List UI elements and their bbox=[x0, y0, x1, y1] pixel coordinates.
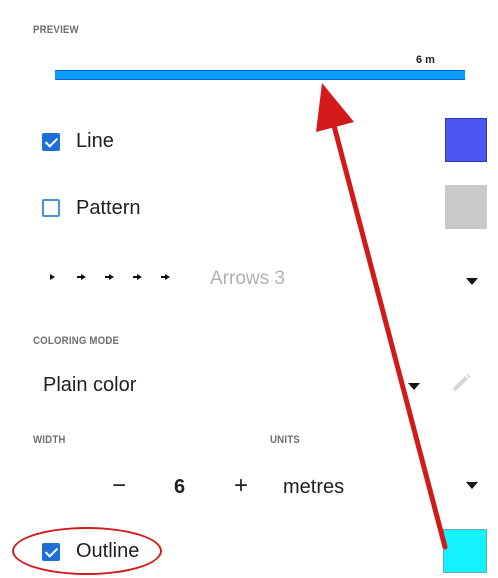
coloring-mode-section-label: COLORING MODE bbox=[33, 335, 120, 347]
width-decrement-button[interactable]: − bbox=[112, 472, 126, 500]
arrow-marker bbox=[161, 274, 170, 280]
width-value: 6 bbox=[174, 476, 186, 498]
arrow-marker bbox=[105, 274, 114, 280]
chevron-down-icon[interactable] bbox=[466, 278, 478, 285]
arrow-marker bbox=[77, 274, 86, 280]
chevron-down-icon[interactable] bbox=[466, 482, 478, 489]
annotation-ellipse bbox=[12, 527, 162, 575]
arrow-marker bbox=[50, 274, 55, 280]
units-section-label: UNITS bbox=[270, 434, 300, 446]
line-checkbox[interactable] bbox=[42, 133, 60, 151]
arrows-style-label: Arrows 3 bbox=[210, 268, 285, 289]
arrow-markers-icon bbox=[50, 274, 170, 280]
pattern-color-swatch[interactable] bbox=[445, 185, 487, 229]
pattern-checkbox[interactable] bbox=[42, 199, 60, 217]
coloring-mode-value: Plain color bbox=[43, 374, 137, 396]
line-label: Line bbox=[76, 130, 114, 152]
distance-label: 6 m bbox=[416, 54, 435, 66]
chevron-down-icon[interactable] bbox=[408, 383, 420, 390]
pattern-label: Pattern bbox=[76, 197, 141, 219]
pencil-icon[interactable] bbox=[450, 372, 472, 394]
units-value: metres bbox=[283, 476, 345, 498]
preview-section-label: PREVIEW bbox=[33, 24, 79, 36]
line-color-swatch[interactable] bbox=[445, 118, 487, 162]
width-increment-button[interactable]: + bbox=[234, 472, 248, 500]
arrow-marker bbox=[133, 274, 142, 280]
preview-line bbox=[55, 70, 465, 80]
width-section-label: WIDTH bbox=[33, 434, 66, 446]
outline-color-swatch[interactable] bbox=[443, 529, 487, 573]
